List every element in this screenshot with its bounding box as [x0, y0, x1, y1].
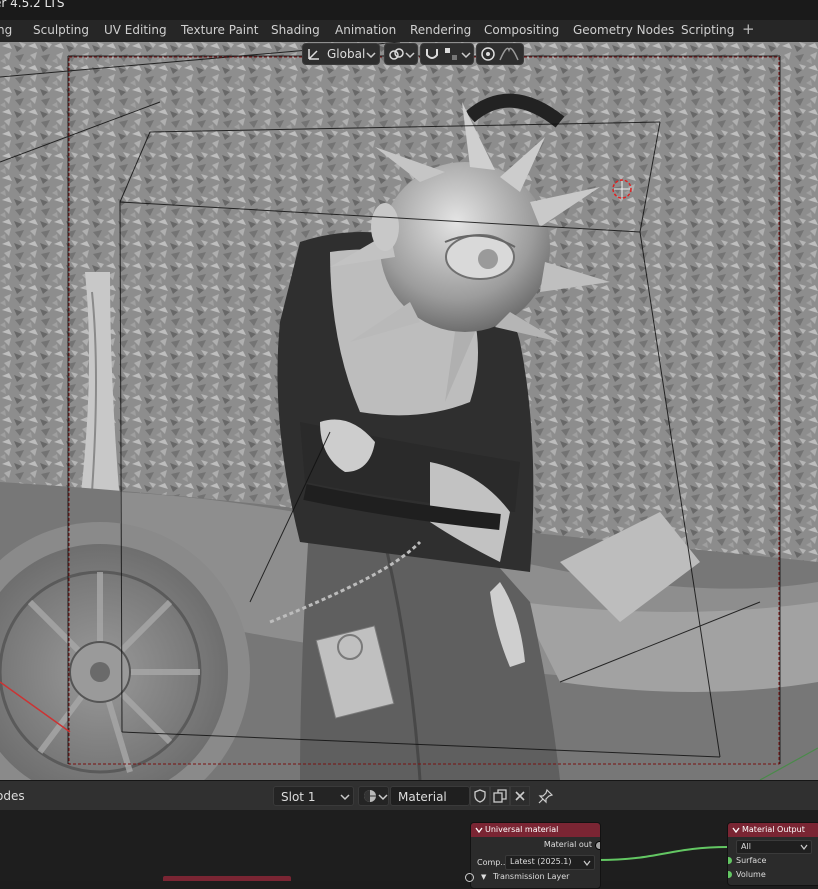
surface-label: Surface: [736, 856, 767, 865]
duplicate-icon: [493, 789, 507, 803]
node-header[interactable]: Material Output: [728, 823, 818, 837]
comp-version-dropdown[interactable]: Latest (2025.1): [505, 855, 595, 870]
tab-animation[interactable]: Animation: [335, 23, 396, 37]
3d-viewport[interactable]: [0, 42, 818, 780]
comp-label: Comp...: [477, 858, 508, 867]
pivot-icon: [389, 48, 404, 60]
material-name: Material: [398, 790, 447, 804]
tab-texture-paint[interactable]: Texture Paint: [181, 23, 258, 37]
pin-button[interactable]: [536, 786, 556, 806]
volume-label: Volume: [736, 870, 766, 879]
transform-orientation-dropdown[interactable]: Global: [302, 43, 380, 65]
chevron-down-icon: [340, 794, 350, 801]
shield-icon: [474, 789, 486, 803]
node-title: Universal material: [485, 825, 559, 834]
tab-layout[interactable]: ng: [0, 23, 12, 37]
fake-user-button[interactable]: [470, 786, 490, 806]
tab-rendering[interactable]: Rendering: [410, 23, 471, 37]
node-header[interactable]: Universal material: [471, 823, 600, 837]
orientation-icon: [308, 49, 319, 60]
app-title: er 4.5.2 LTS: [0, 0, 65, 10]
tab-uv-editing[interactable]: UV Editing: [104, 23, 167, 37]
target-value: All: [741, 842, 751, 851]
material-sphere-icon: [364, 790, 376, 802]
comp-version-value: Latest (2025.1): [510, 857, 572, 866]
magnet-icon: [426, 49, 438, 59]
slot-label: Slot 1: [281, 790, 316, 804]
proportional-editing-icon: [481, 47, 495, 61]
chevron-down-icon: [366, 52, 376, 59]
editor-type-label: odes: [0, 789, 25, 803]
node-editor-header: odes Slot 1 Material: [0, 780, 818, 811]
node-editor-canvas[interactable]: Universal material Material out Comp... …: [0, 810, 818, 889]
chevron-down-icon: [378, 794, 388, 801]
workspace-tabs: ng Sculpting UV Editing Texture Paint Sh…: [0, 20, 818, 43]
chevron-down-icon: [583, 860, 591, 866]
node-title: Material Output: [742, 825, 805, 834]
material-name-field[interactable]: Material: [390, 786, 470, 806]
falloff-curve-icon: [499, 47, 519, 61]
unlink-material-button[interactable]: [510, 786, 530, 806]
surface-socket[interactable]: [728, 857, 732, 864]
chevron-down-icon: [800, 844, 808, 850]
universal-material-node[interactable]: Universal material Material out Comp... …: [470, 822, 601, 889]
title-bar: er 4.5.2 LTS: [0, 0, 818, 20]
output-socket[interactable]: [595, 841, 600, 850]
duplicate-material-button[interactable]: [490, 786, 510, 806]
target-dropdown[interactable]: All: [736, 840, 812, 854]
snap-increment-icon: [445, 48, 457, 60]
transmission-layer-panel[interactable]: ▼ Transmission Layer: [481, 872, 569, 881]
pivot-point-dropdown[interactable]: [384, 43, 418, 65]
tab-sculpting[interactable]: Sculpting: [33, 23, 89, 37]
chevron-down-icon: [405, 52, 415, 59]
collapse-chevron-icon: [475, 827, 483, 834]
tab-compositing[interactable]: Compositing: [484, 23, 559, 37]
tab-geometry-nodes[interactable]: Geometry Nodes: [573, 23, 674, 37]
panel-label: Transmission Layer: [492, 872, 570, 881]
orientation-label: Global: [327, 47, 366, 61]
volume-socket[interactable]: [728, 871, 732, 878]
node-link-layer: [163, 846, 729, 881]
panel-toggle-icon: ▼: [481, 873, 487, 881]
pin-icon: [538, 788, 554, 804]
browse-material-button[interactable]: [358, 786, 389, 806]
tab-shading[interactable]: Shading: [271, 23, 320, 37]
viewport-render: [0, 42, 818, 780]
chevron-down-icon: [461, 52, 471, 59]
output-socket-label: Material out: [543, 840, 592, 849]
collapse-chevron-icon: [732, 827, 740, 834]
snapping-toggle[interactable]: [420, 43, 474, 65]
tab-scripting[interactable]: Scripting: [681, 23, 734, 37]
material-output-node[interactable]: Material Output All Surface Volume: [727, 822, 818, 886]
proportional-editing-toggle[interactable]: [476, 43, 524, 65]
material-slot-dropdown[interactable]: Slot 1: [273, 786, 354, 806]
add-workspace-button[interactable]: +: [742, 20, 755, 38]
close-icon: [515, 791, 525, 801]
